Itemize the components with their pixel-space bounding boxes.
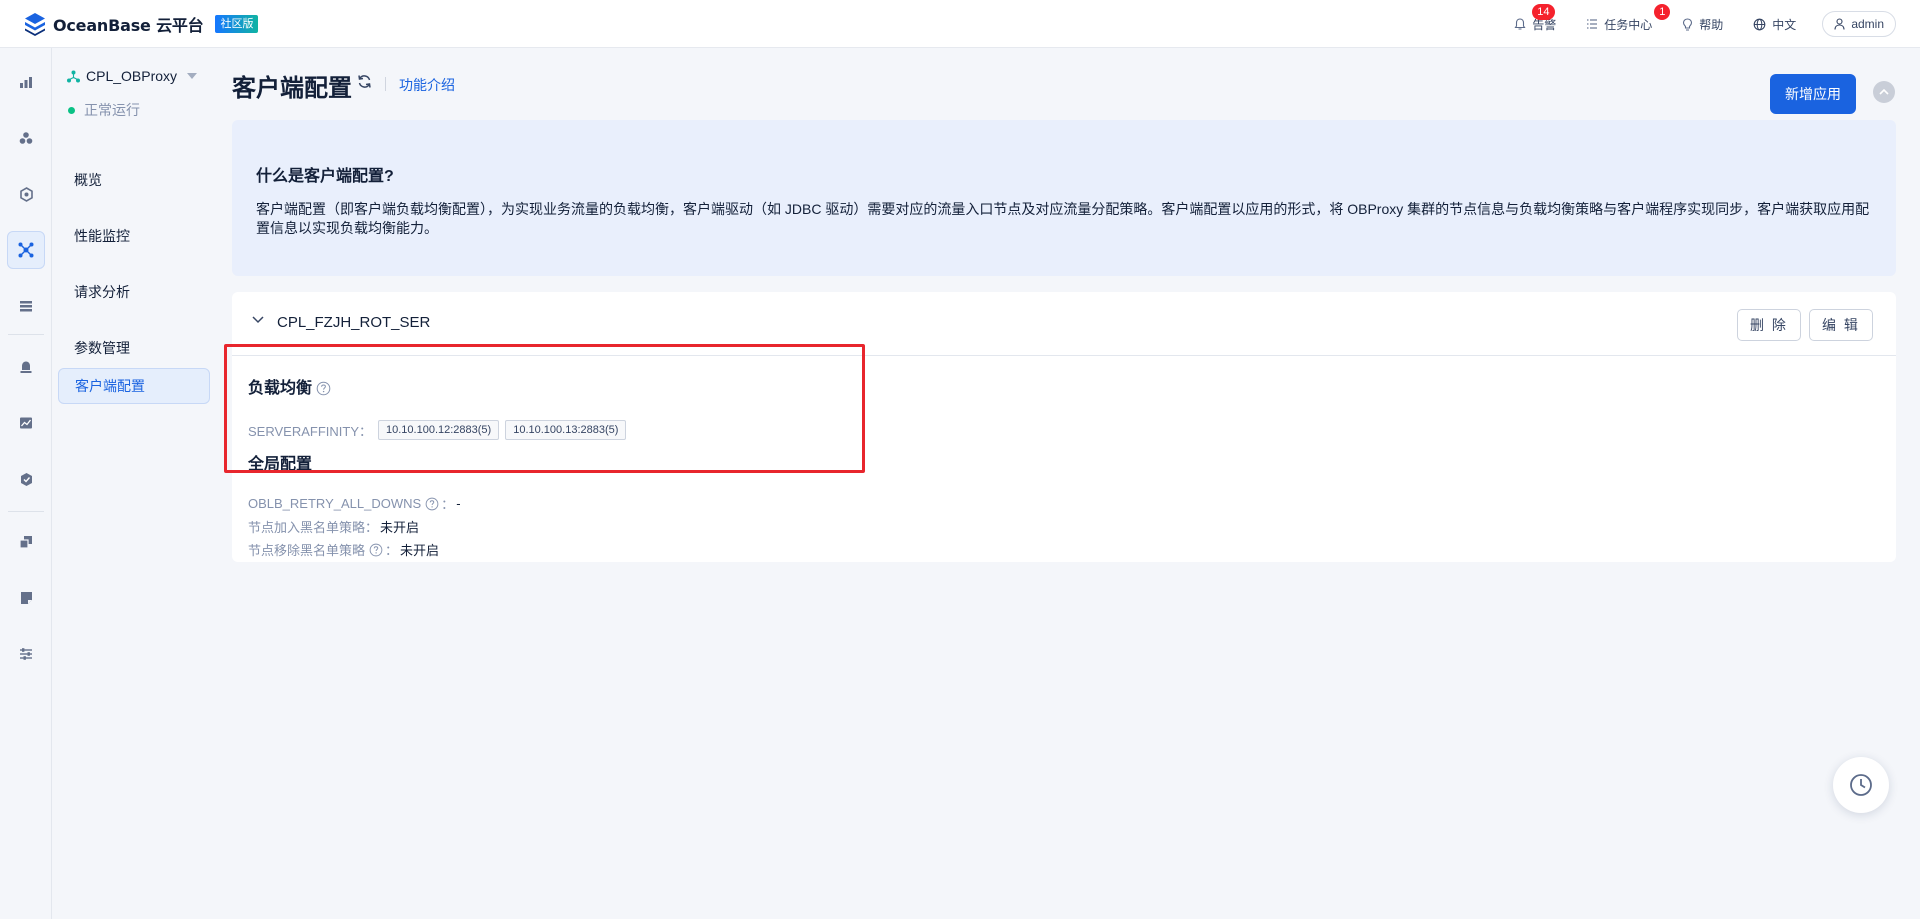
retry-value: - xyxy=(456,496,461,511)
security-icon[interactable] xyxy=(7,460,45,498)
tenant-icon[interactable] xyxy=(7,175,45,213)
status-text: 正常运行 xyxy=(84,102,140,118)
menu-item-label: 请求分析 xyxy=(74,284,130,300)
globe-icon xyxy=(1753,18,1766,31)
backup-icon[interactable] xyxy=(7,523,45,561)
lightbulb-icon xyxy=(1682,17,1693,31)
history-float-button[interactable] xyxy=(1833,757,1889,813)
status-dot xyxy=(68,106,75,114)
title-divider xyxy=(385,77,386,91)
cluster-selector[interactable]: CPL_OBProxy xyxy=(67,68,198,84)
blacklist-add-row: 节点加入黑名单策略： 未开启 xyxy=(248,517,419,536)
menu-item-label: 客户端配置 xyxy=(75,378,145,394)
info-description: 客户端配置（即客户端负载均衡配置），为实现业务流量的负载均衡，客户端驱动（如 J… xyxy=(256,201,1870,236)
alerts-button[interactable]: 告警 14 xyxy=(1514,3,1556,33)
retry-label: OBLB_RETRY_ALL_DOWNS xyxy=(248,496,422,511)
language-label: 中文 xyxy=(1772,17,1797,32)
user-menu-button[interactable]: admin xyxy=(1822,11,1896,37)
diagnosis-icon[interactable] xyxy=(7,579,45,617)
user-icon xyxy=(1834,18,1845,30)
language-switcher[interactable]: 中文 xyxy=(1753,16,1796,33)
rail-divider xyxy=(8,334,44,335)
blacklist-add-label: 节点加入黑名单策略： xyxy=(248,520,379,535)
application-name[interactable]: CPL_FZJH_ROT_SER xyxy=(277,314,430,331)
task-center-label: 任务中心 xyxy=(1604,17,1653,32)
icon-rail xyxy=(0,48,52,919)
collapse-up-icon[interactable] xyxy=(1873,81,1895,103)
bell-icon xyxy=(1514,17,1526,31)
blacklist-add-value: 未开启 xyxy=(380,520,420,535)
rail-divider xyxy=(8,511,44,512)
logo-text: OceanBase 云平台 xyxy=(53,15,204,35)
info-title: 什么是客户端配置? xyxy=(256,168,394,185)
refresh-icon[interactable] xyxy=(357,74,372,89)
cluster-status: 正常运行 xyxy=(67,100,140,120)
help-button[interactable]: 帮助 xyxy=(1682,16,1723,33)
page-title: 客户端配置 xyxy=(232,74,352,102)
task-center-button[interactable]: 任务中心 1 xyxy=(1586,3,1671,33)
list-icon xyxy=(1586,18,1598,30)
oceanbase-logo-icon xyxy=(22,11,48,37)
delete-button[interactable]: 删 除 xyxy=(1737,309,1801,341)
top-header: OceanBase 云平台 社区版 告警 14 任务中心 1 帮助 中文 adm… xyxy=(0,0,1920,48)
package-icon[interactable] xyxy=(7,287,45,325)
help-label: 帮助 xyxy=(1699,17,1724,32)
tasks-count-badge: 1 xyxy=(1654,3,1671,20)
menu-item-performance[interactable]: 性能监控 xyxy=(58,218,210,254)
colon: ： xyxy=(385,543,399,558)
menu-item-overview[interactable]: 概览 xyxy=(58,162,210,198)
menu-item-request-analysis[interactable]: 请求分析 xyxy=(58,274,210,310)
help-circle-icon[interactable] xyxy=(369,543,383,557)
dashboard-icon[interactable] xyxy=(7,63,45,101)
cluster-name: CPL_OBProxy xyxy=(86,68,178,84)
retry-all-downs-row: OBLB_RETRY_ALL_DOWNS ： - xyxy=(248,494,461,513)
info-panel: 什么是客户端配置? 客户端配置（即客户端负载均衡配置），为实现业务流量的负载均衡… xyxy=(232,120,1896,276)
blacklist-remove-row: 节点移除黑名单策略 ： 未开启 xyxy=(248,540,439,559)
edit-button[interactable]: 编 辑 xyxy=(1809,309,1873,341)
settings-icon[interactable] xyxy=(7,635,45,673)
feature-intro-link[interactable]: 功能介绍 xyxy=(399,75,455,95)
secondary-sidebar: CPL_OBProxy 正常运行 概览 性能监控 请求分析 参数管理 客户端配置 xyxy=(53,48,215,919)
menu-item-label: 参数管理 xyxy=(74,340,130,356)
obproxy-cluster-icon xyxy=(67,70,80,83)
menu-item-client-config[interactable]: 客户端配置 xyxy=(58,368,210,404)
monitor-icon[interactable] xyxy=(7,404,45,442)
alert-icon[interactable] xyxy=(7,348,45,386)
help-circle-icon[interactable] xyxy=(425,497,439,511)
cluster-icon[interactable] xyxy=(7,119,45,157)
menu-item-parameters[interactable]: 参数管理 xyxy=(58,330,210,366)
add-application-button[interactable]: 新增应用 xyxy=(1770,74,1856,114)
edition-badge: 社区版 xyxy=(215,14,259,33)
clock-icon xyxy=(1849,773,1873,797)
highlight-annotation-box xyxy=(224,344,865,473)
alerts-count-badge: 14 xyxy=(1532,3,1555,20)
menu-item-label: 概览 xyxy=(74,172,102,188)
logo[interactable]: OceanBase 云平台 社区版 xyxy=(22,11,259,37)
user-name: admin xyxy=(1851,17,1884,31)
caret-down-icon xyxy=(187,73,198,79)
blacklist-remove-value: 未开启 xyxy=(400,543,440,558)
blacklist-remove-label: 节点移除黑名单策略 xyxy=(248,543,366,558)
colon: ： xyxy=(441,497,455,512)
menu-item-label: 性能监控 xyxy=(74,228,130,244)
chevron-down-icon[interactable] xyxy=(252,316,264,324)
obproxy-icon[interactable] xyxy=(7,231,45,269)
